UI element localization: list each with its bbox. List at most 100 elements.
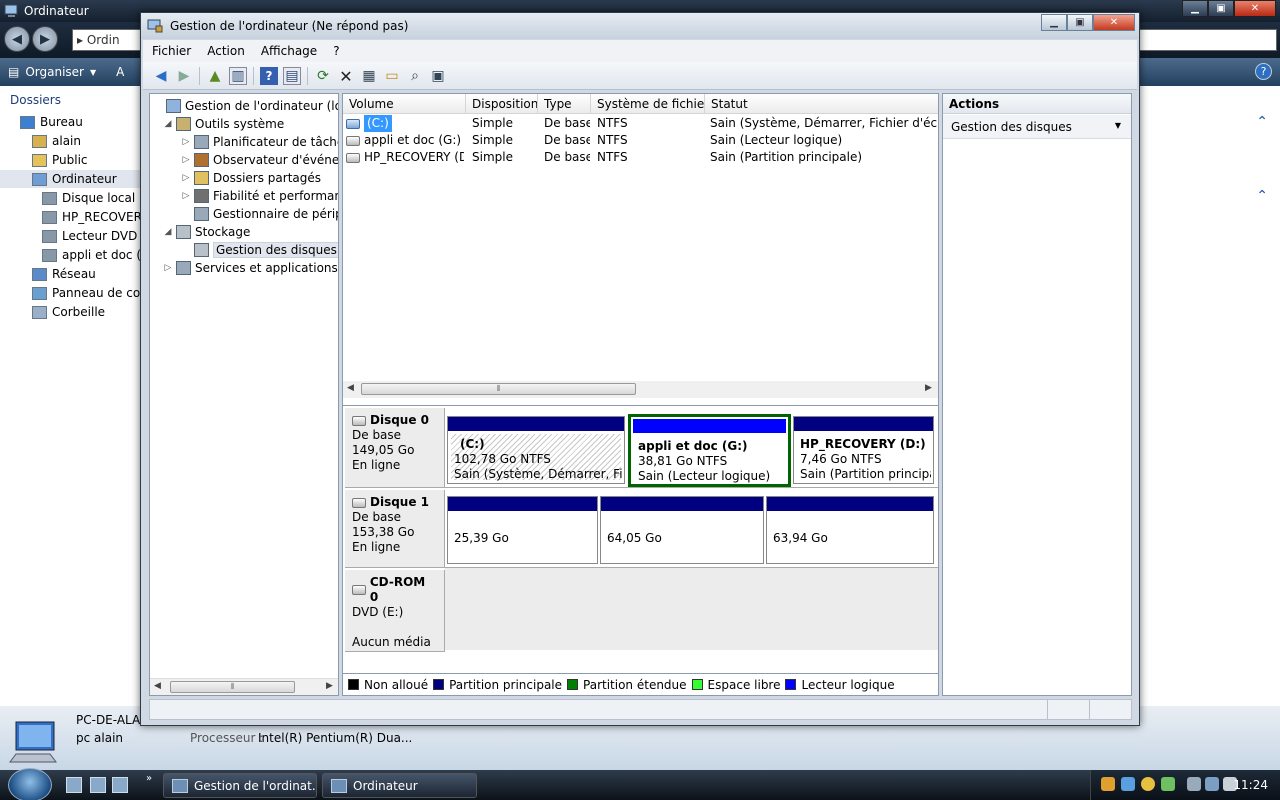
help-button[interactable]: ? — [1255, 63, 1272, 80]
show-tree-icon[interactable]: ▥ — [229, 67, 247, 85]
expand-arrow-icon[interactable]: ▷ — [162, 263, 174, 273]
search-icon[interactable]: ⌕ — [406, 67, 424, 85]
tree-item[interactable]: Gestion de l'ordinateur (local) — [152, 97, 338, 115]
refresh-icon[interactable]: ⟳ — [314, 67, 332, 85]
tree-item[interactable]: ◢ Stockage — [162, 223, 250, 241]
scrollbar-thumb[interactable]: ⦀ — [361, 383, 636, 395]
column-header-volume[interactable]: Volume — [343, 94, 466, 114]
disk-1-label[interactable]: Disque 1 De base 153,38 Go En ligne — [345, 490, 445, 568]
volume-list-horizontal-scrollbar[interactable]: ◀ ⦀ ▶ — [343, 381, 938, 398]
sidebar-item[interactable]: Ordinateur — [0, 170, 145, 188]
column-header-layout[interactable]: Disposition — [466, 94, 538, 114]
switch-windows-icon[interactable] — [90, 777, 106, 793]
close-button[interactable]: ✕ — [1093, 14, 1135, 31]
tree-item[interactable]: Gestion des disques — [180, 241, 338, 259]
collapse-chevron-icon[interactable]: ⌃ — [1256, 188, 1268, 204]
sidebar-item[interactable]: HP_RECOVERY — [0, 208, 145, 226]
delete-icon[interactable]: ✕ — [337, 67, 355, 86]
partition-disk1-3[interactable]: 63,94 Go — [766, 496, 934, 564]
help-icon[interactable]: ? — [260, 67, 278, 85]
tree-item[interactable]: ▷ Fiabilité et performance — [180, 187, 338, 205]
scroll-right-icon[interactable]: ▶ — [925, 383, 932, 393]
menu-action[interactable]: Action — [198, 44, 252, 58]
properties-icon[interactable]: ▦ — [360, 67, 378, 85]
tree-item[interactable]: ◢ Outils système — [162, 115, 284, 133]
up-folder-icon[interactable]: ▲ — [206, 67, 224, 85]
sidebar-item[interactable]: alain — [0, 132, 145, 150]
tree-horizontal-scrollbar[interactable]: ◀ ⦀ ▶ — [150, 678, 338, 695]
cdrom-0-label[interactable]: CD-ROM 0 DVD (E:) Aucun média — [345, 570, 445, 652]
quick-launch-icon[interactable] — [112, 777, 128, 793]
partition-disk1-1[interactable]: 25,39 Go — [447, 496, 598, 564]
tree-item[interactable]: Gestionnaire de périphé — [180, 205, 338, 223]
sidebar-item[interactable]: Disque local (C — [0, 189, 145, 207]
column-header-type[interactable]: Type — [538, 94, 591, 114]
tree-item[interactable]: ▷ Planificateur de tâches — [180, 133, 338, 151]
minimize-button[interactable]: ▁ — [1182, 0, 1208, 17]
menu-affichage[interactable]: Affichage — [252, 44, 324, 58]
back-arrow-icon[interactable]: ◀ — [152, 67, 170, 85]
sidebar-item[interactable]: Lecteur DVD RW — [0, 227, 145, 245]
organize-button[interactable]: Organiser — [25, 65, 84, 79]
back-button[interactable]: ◀ — [4, 26, 30, 52]
maximize-button[interactable]: ▣ — [1067, 14, 1093, 31]
scroll-left-icon[interactable]: ◀ — [154, 681, 161, 691]
expand-arrow-icon[interactable]: ▷ — [180, 155, 192, 165]
clock[interactable]: 11:24 — [1233, 778, 1268, 792]
close-button[interactable]: ✕ — [1234, 0, 1276, 17]
tree-item[interactable]: ▷ Dossiers partagés — [180, 169, 321, 187]
tray-app-icon[interactable] — [1121, 777, 1135, 791]
sidebar-item[interactable]: Corbeille — [0, 303, 145, 321]
partition-c[interactable]: (C:) 102,78 Go NTFS Sain (Système, Démar… — [447, 416, 625, 484]
show-action-pane-icon[interactable]: ▤ — [283, 67, 301, 85]
collapse-arrow-icon[interactable]: ◢ — [162, 227, 174, 237]
tray-app-icon[interactable] — [1161, 777, 1175, 791]
actions-item-disk-management[interactable]: Gestion des disques ▼ — [943, 115, 1131, 139]
sidebar-item[interactable]: Panneau de conf — [0, 284, 145, 302]
sidebar-item[interactable]: Bureau — [0, 113, 145, 131]
folders-header[interactable]: Dossiers — [0, 86, 145, 114]
partition-d[interactable]: HP_RECOVERY (D:) 7,46 Go NTFS Sain (Part… — [793, 416, 934, 484]
volume-row[interactable]: (C:) Simple De base NTFS Sain (Système, Déma… — [343, 115, 938, 132]
scroll-right-icon[interactable]: ▶ — [326, 681, 333, 691]
taskbar-button-explorer[interactable]: Ordinateur — [322, 773, 477, 798]
cm-title-bar[interactable]: Gestion de l'ordinateur (Ne répond pas) … — [141, 13, 1139, 39]
expand-arrow-icon[interactable]: ▷ — [180, 173, 192, 183]
partition-disk1-2[interactable]: 64,05 Go — [600, 496, 764, 564]
minimize-button[interactable]: ▁ — [1041, 14, 1067, 31]
open-folder-icon[interactable]: ▭ — [383, 67, 401, 85]
scroll-left-icon[interactable]: ◀ — [347, 383, 354, 393]
disk-0-label[interactable]: Disque 0 De base 149,05 Go En ligne — [345, 408, 445, 488]
menu-fichier[interactable]: Fichier — [143, 44, 198, 58]
column-header-filesystem[interactable]: Système de fichiers — [591, 94, 705, 114]
column-header-status[interactable]: Statut — [705, 94, 938, 114]
taskbar-button-computer-management[interactable]: Gestion de l'ordinat... — [163, 773, 317, 798]
tray-app-icon[interactable] — [1141, 777, 1155, 791]
tree-item[interactable]: ▷ Observateur d'événeme — [180, 151, 338, 169]
disk-properties-icon[interactable]: ▣ — [429, 67, 447, 85]
command-cut-label[interactable]: A — [116, 65, 124, 79]
network-icon[interactable] — [1205, 777, 1219, 791]
maximize-button[interactable]: ▣ — [1208, 0, 1234, 17]
sidebar-item[interactable]: Réseau — [0, 265, 145, 283]
partition-g[interactable]: appli et doc (G:) 38,81 Go NTFS Sain (Le… — [628, 414, 791, 487]
scrollbar-thumb[interactable]: ⦀ — [170, 681, 295, 693]
volume-row[interactable]: appli et doc (G:) Simple De base NTFS Sain (… — [343, 132, 938, 149]
forward-arrow-icon[interactable]: ▶ — [175, 67, 193, 85]
quick-launch-overflow-icon[interactable]: » — [146, 773, 152, 784]
legend-label: Partition étendue — [583, 677, 687, 692]
collapse-chevron-icon[interactable]: ⌃ — [1256, 114, 1268, 130]
tree-item[interactable]: ▷ Services et applications — [162, 259, 338, 277]
tray-app-icon[interactable] — [1101, 777, 1115, 791]
tray-app-icon[interactable] — [1187, 777, 1201, 791]
sidebar-item[interactable]: Public — [0, 151, 145, 169]
collapse-arrow-icon[interactable]: ◢ — [162, 119, 174, 129]
menu-help[interactable]: ? — [324, 44, 346, 58]
sidebar-item[interactable]: appli et doc (G: — [0, 246, 145, 264]
expand-arrow-icon[interactable]: ▷ — [180, 191, 192, 201]
volume-row[interactable]: HP_RECOVERY (D:) Simple De base NTFS Sain (P… — [343, 149, 938, 166]
show-desktop-icon[interactable] — [66, 777, 82, 793]
expand-arrow-icon[interactable]: ▷ — [180, 137, 192, 147]
forward-button[interactable]: ▶ — [32, 26, 58, 52]
start-button[interactable] — [8, 768, 52, 800]
